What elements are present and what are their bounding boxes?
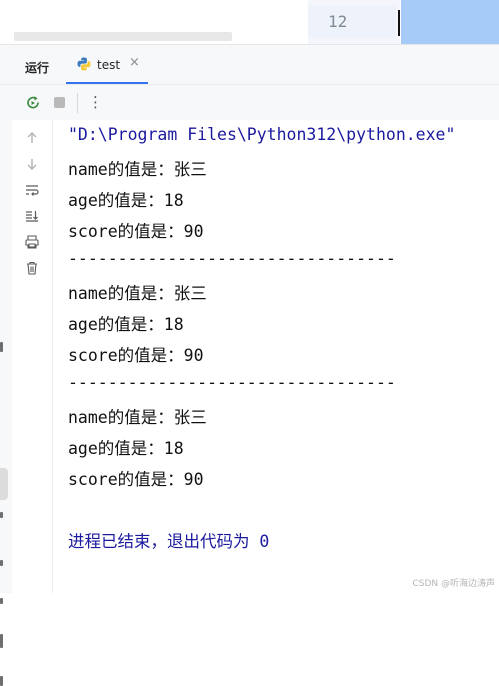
current-line-highlight <box>308 6 396 38</box>
left-window-rail <box>0 120 12 686</box>
console-line: age的值是：18 <box>68 439 184 458</box>
more-icon[interactable]: ⋮ <box>88 93 103 111</box>
rail-marker <box>0 676 3 686</box>
console-line: name的值是：张三 <box>68 408 207 427</box>
console-output[interactable]: "D:\Program Files\Python312\python.exe" … <box>53 120 499 593</box>
rail-tab[interactable] <box>0 468 8 500</box>
python-icon <box>77 57 91 71</box>
arrow-down-icon[interactable] <box>24 156 40 172</box>
trash-icon[interactable] <box>24 260 40 276</box>
console-line: age的值是：18 <box>68 315 184 334</box>
process-exit-message: 进程已结束，退出代码为 0 <box>68 532 270 551</box>
print-icon[interactable] <box>24 234 40 250</box>
text-selection[interactable] <box>401 0 499 44</box>
rail-marker <box>0 342 3 352</box>
console-line: name的值是：张三 <box>68 284 207 303</box>
watermark: CSDN @听海边涛声 <box>412 579 495 589</box>
console-line: score的值是：90 <box>68 470 204 489</box>
run-toolbar: ⋮ <box>0 84 499 122</box>
text-caret <box>398 10 400 36</box>
arrow-up-icon[interactable] <box>24 130 40 146</box>
tab-test[interactable]: test × <box>66 44 148 84</box>
close-icon[interactable]: × <box>129 56 140 70</box>
editor-area[interactable]: 12 <box>0 0 499 44</box>
console-line: score的值是：90 <box>68 222 204 241</box>
console-line: name的值是：张三 <box>68 160 207 179</box>
console-side-toolbar <box>12 120 53 593</box>
rail-marker <box>0 560 3 566</box>
horizontal-scrollbar[interactable] <box>14 32 232 41</box>
run-tool-window-title: 运行 <box>25 61 50 75</box>
console-line: score的值是：90 <box>68 346 204 365</box>
console-line: --------------------------------- <box>68 373 396 392</box>
tab-label: test <box>97 58 121 72</box>
console-line: "D:\Program Files\Python312\python.exe" <box>68 125 456 144</box>
scroll-to-end-icon[interactable] <box>24 208 40 224</box>
rail-marker <box>0 512 3 518</box>
toolbar-separator <box>77 93 78 113</box>
soft-wrap-icon[interactable] <box>24 182 40 198</box>
stop-icon[interactable] <box>54 97 65 108</box>
rail-marker <box>0 634 3 648</box>
rail-marker <box>0 598 3 604</box>
console-line: --------------------------------- <box>68 249 396 268</box>
console-line: age的值是：18 <box>68 191 184 210</box>
rerun-icon[interactable] <box>25 95 41 111</box>
line-number: 12 <box>328 12 348 31</box>
